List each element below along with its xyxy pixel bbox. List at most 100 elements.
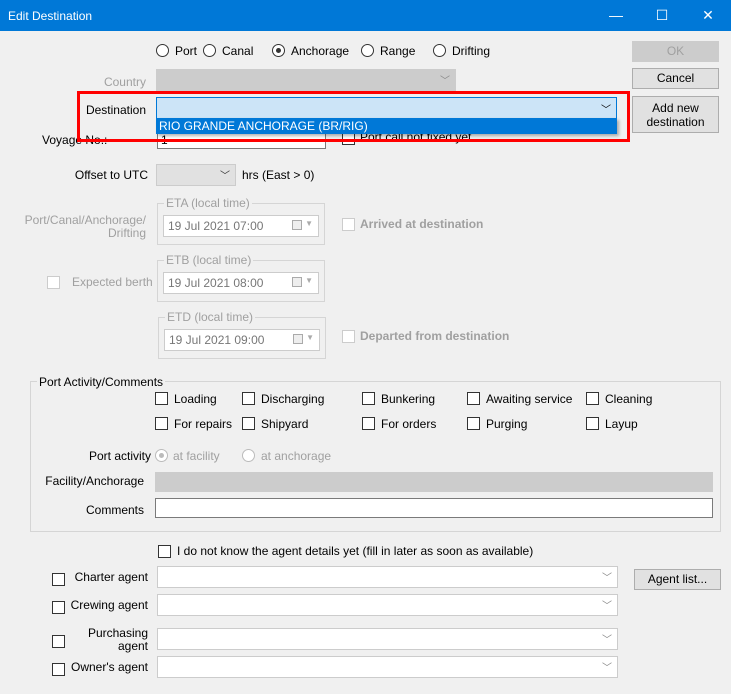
- agent-label: Charter agent: [74, 570, 148, 584]
- chevron-down-icon: ﹀: [220, 171, 230, 182]
- etb-title: ETB (local time): [164, 253, 254, 267]
- activity-checkbox[interactable]: [586, 392, 599, 405]
- at-facility-label: at facility: [173, 449, 220, 463]
- activity-label: Loading: [174, 392, 217, 406]
- facility-label: Facility/Anchorage: [45, 474, 144, 488]
- activity-label: Cleaning: [605, 392, 653, 406]
- at-facility-radio[interactable]: [155, 449, 168, 462]
- activity-label: For repairs: [174, 417, 233, 431]
- agent-combo[interactable]: ﹀: [157, 656, 618, 678]
- activity-checkbox[interactable]: [362, 392, 375, 405]
- expected-berth-label: Expected berth: [72, 275, 153, 289]
- chevron-down-icon: ﹀: [602, 573, 612, 584]
- calendar-icon: [293, 334, 303, 344]
- at-anchorage-radio[interactable]: [242, 449, 255, 462]
- radio-label: Range: [380, 44, 416, 58]
- radio-label: Canal: [222, 44, 254, 58]
- departed-checkbox[interactable]: [342, 330, 355, 343]
- activity-checkbox[interactable]: [467, 392, 480, 405]
- agent-list-button[interactable]: Agent list...: [634, 569, 721, 590]
- offset-unit: hrs (East > 0): [242, 168, 315, 182]
- ok-button[interactable]: OK: [632, 41, 719, 62]
- radio-label: Drifting: [452, 44, 491, 58]
- country-combo[interactable]: ﹀: [156, 69, 456, 91]
- agent-label: Crewing agent: [70, 598, 148, 612]
- highlight-box: [77, 91, 630, 142]
- etd-value: 19 Jul 2021 09:00: [169, 333, 265, 347]
- arrived-checkbox[interactable]: [342, 218, 355, 231]
- departed-label: Departed from destination: [360, 329, 510, 343]
- radio-port[interactable]: [156, 44, 169, 57]
- dropdown-arrow-icon: ▼: [306, 333, 314, 342]
- calendar-icon: [292, 277, 302, 287]
- activity-label: Bunkering: [381, 392, 436, 406]
- agent-unknown-checkbox[interactable]: [158, 545, 171, 558]
- radio-range[interactable]: [361, 44, 374, 57]
- agent-checkbox[interactable]: [52, 663, 65, 676]
- activity-checkbox[interactable]: [467, 417, 480, 430]
- agent-checkbox[interactable]: [52, 635, 65, 648]
- title-bar: Edit Destination — ☐ ✕: [0, 0, 731, 31]
- agent-checkbox[interactable]: [52, 573, 65, 586]
- activity-checkbox[interactable]: [242, 417, 255, 430]
- agent-combo[interactable]: ﹀: [157, 566, 618, 588]
- eta-value: 19 Jul 2021 07:00: [168, 219, 264, 233]
- activity-label: Discharging: [261, 392, 325, 406]
- chevron-down-icon: ﹀: [440, 76, 450, 87]
- radio-label: Port: [175, 44, 198, 58]
- etb-picker[interactable]: 19 Jul 2021 08:00 ▼: [163, 272, 319, 294]
- dropdown-arrow-icon: ▼: [305, 219, 313, 228]
- eta-group: ETA (local time) 19 Jul 2021 07:00 ▼: [157, 196, 325, 245]
- arrived-label: Arrived at destination: [360, 217, 484, 231]
- agent-label: Owner's agent: [71, 660, 148, 674]
- activity-label: Shipyard: [261, 417, 309, 431]
- agent-checkbox[interactable]: [52, 601, 65, 614]
- calendar-icon: [292, 220, 302, 230]
- activity-label: For orders: [381, 417, 437, 431]
- port-activity-title: Port Activity/Comments: [37, 375, 166, 389]
- chevron-down-icon: ﹀: [602, 635, 612, 646]
- port-activity-label: Port activity: [89, 449, 152, 463]
- window-title: Edit Destination: [8, 9, 93, 23]
- radio-label: Anchorage: [291, 44, 350, 58]
- chevron-down-icon: ﹀: [602, 601, 612, 612]
- activity-label: Purging: [486, 417, 528, 431]
- close-button[interactable]: ✕: [685, 0, 731, 31]
- activity-label: Layup: [605, 417, 638, 431]
- activity-label: Awaiting service: [486, 392, 573, 406]
- country-label: Country: [103, 75, 146, 89]
- activity-checkbox[interactable]: [155, 392, 168, 405]
- dropdown-arrow-icon: ▼: [305, 276, 313, 285]
- etd-title: ETD (local time): [165, 310, 256, 324]
- chevron-down-icon: ﹀: [602, 663, 612, 674]
- expected-berth-checkbox[interactable]: [47, 276, 60, 289]
- maximize-button[interactable]: ☐: [639, 0, 685, 31]
- activity-checkbox[interactable]: [155, 417, 168, 430]
- eta-picker[interactable]: 19 Jul 2021 07:00 ▼: [163, 215, 319, 237]
- agent-combo[interactable]: ﹀: [157, 628, 618, 650]
- times-side-label: Port/Canal/Anchorage/ Drifting: [24, 213, 146, 240]
- radio-drifting[interactable]: [433, 44, 446, 57]
- etd-group: ETD (local time) 19 Jul 2021 09:00 ▼: [158, 310, 326, 359]
- activity-checkbox[interactable]: [242, 392, 255, 405]
- agent-label: Purchasing agent: [87, 626, 148, 653]
- etb-value: 19 Jul 2021 08:00: [168, 276, 264, 290]
- activity-checkbox[interactable]: [362, 417, 375, 430]
- at-anchorage-label: at anchorage: [261, 449, 332, 463]
- comments-input[interactable]: [155, 498, 713, 518]
- etb-group: ETB (local time) 19 Jul 2021 08:00 ▼: [157, 253, 325, 302]
- agent-unknown-label: I do not know the agent details yet (fil…: [177, 544, 534, 558]
- comments-label: Comments: [85, 503, 144, 517]
- offset-label: Offset to UTC: [74, 168, 148, 182]
- etd-picker[interactable]: 19 Jul 2021 09:00 ▼: [164, 329, 320, 351]
- add-new-destination-button[interactable]: Add new destination: [632, 96, 719, 133]
- agent-combo[interactable]: ﹀: [157, 594, 618, 616]
- eta-title: ETA (local time): [164, 196, 252, 210]
- cancel-button[interactable]: Cancel: [632, 68, 719, 89]
- facility-input[interactable]: [155, 472, 713, 492]
- offset-combo[interactable]: ﹀: [156, 164, 236, 186]
- radio-anchorage[interactable]: [272, 44, 285, 57]
- radio-canal[interactable]: [203, 44, 216, 57]
- minimize-button[interactable]: —: [593, 0, 639, 31]
- activity-checkbox[interactable]: [586, 417, 599, 430]
